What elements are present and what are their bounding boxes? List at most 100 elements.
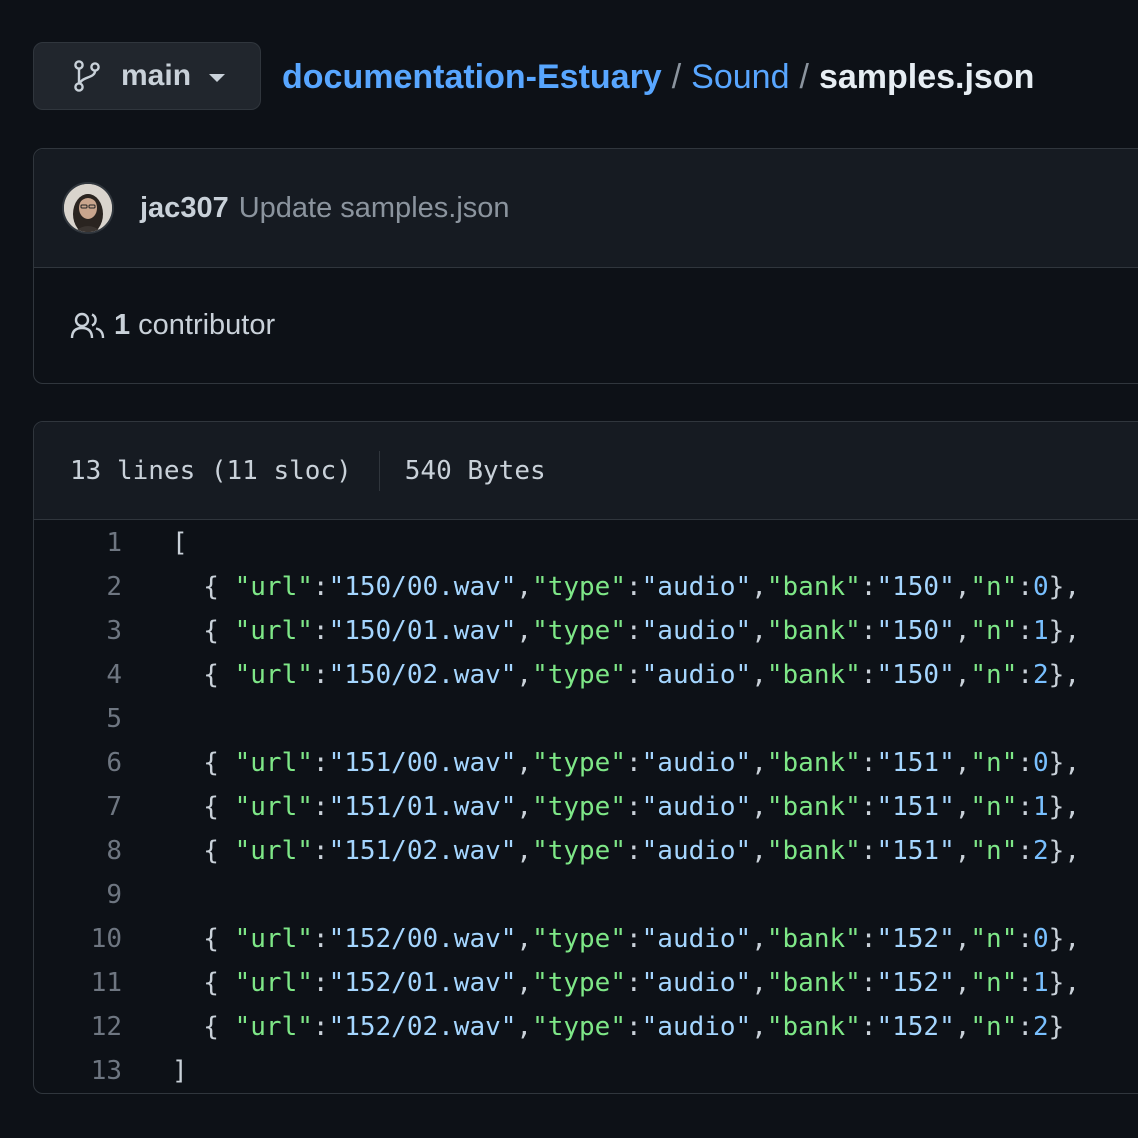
code-token: { — [172, 968, 235, 998]
git-branch-icon — [74, 60, 100, 92]
code-token: { — [172, 660, 235, 690]
breadcrumb-repo-link[interactable]: documentation-Estuary — [282, 58, 662, 97]
line-number[interactable]: 11 — [34, 968, 122, 998]
code-token: "url" — [234, 792, 313, 822]
code-token: "bank" — [766, 616, 861, 646]
code-token: 2 — [1033, 836, 1049, 866]
line-number[interactable]: 13 — [34, 1056, 122, 1086]
code-token: : — [1017, 968, 1034, 998]
contributors-link[interactable]: contributor — [138, 309, 275, 342]
code-token: , — [954, 748, 971, 778]
code-token: "n" — [970, 836, 1018, 866]
code-token: }, — [1048, 924, 1080, 954]
line-number[interactable]: 12 — [34, 1012, 122, 1042]
code-token: : — [1017, 1012, 1034, 1042]
code-token: : — [312, 968, 329, 998]
code-token: "150/00.wav" — [328, 572, 517, 602]
breadcrumb-current-file: samples.json — [818, 57, 1035, 96]
code-token: , — [516, 572, 533, 602]
code-token: }, — [1048, 836, 1080, 866]
code-token: , — [954, 572, 971, 602]
breadcrumb-separator: / — [671, 57, 682, 96]
code-token: : — [312, 924, 329, 954]
code-token: , — [751, 748, 767, 778]
code-token: "n" — [970, 616, 1018, 646]
code-token: }, — [1048, 968, 1080, 998]
code-token: 1 — [1033, 792, 1049, 822]
file-line-count: 13 lines (11 sloc) — [70, 455, 352, 486]
breadcrumb: documentation-Estuary / Sound / samples.… — [282, 55, 1034, 99]
code-token: { — [172, 748, 235, 778]
code-token: "bank" — [766, 836, 861, 866]
line-code: { "url":"152/01.wav","type":"audio","ban… — [172, 968, 1080, 998]
line-number[interactable]: 3 — [34, 616, 122, 646]
code-token: , — [751, 1012, 767, 1042]
line-number[interactable]: 5 — [34, 704, 122, 734]
code-token: }, — [1048, 660, 1080, 690]
code-token: 0 — [1033, 748, 1049, 778]
code-token: "type" — [532, 968, 626, 998]
code-token: : — [625, 748, 642, 778]
code-token: , — [516, 660, 533, 690]
code-token: { — [172, 572, 235, 602]
line-code: { "url":"152/00.wav","type":"audio","ban… — [172, 924, 1080, 954]
code-token: "url" — [234, 1012, 313, 1042]
code-token: "151" — [876, 836, 955, 866]
code-token: : — [625, 836, 642, 866]
contributor-count: 1 — [114, 309, 131, 341]
line-number[interactable]: 8 — [34, 836, 122, 866]
code-line: 9 — [34, 873, 1138, 917]
code-token: , — [516, 792, 533, 822]
code-token: "150" — [876, 572, 955, 602]
line-number[interactable]: 4 — [34, 660, 122, 690]
code-token: }, — [1048, 616, 1080, 646]
branch-select-button[interactable]: main — [33, 42, 261, 110]
code-token: { — [172, 792, 235, 822]
code-token: "audio" — [641, 1012, 752, 1042]
commit-author-link[interactable]: jac307 — [140, 192, 229, 225]
code-line: 7 { "url":"151/01.wav","type":"audio","b… — [34, 785, 1138, 829]
breadcrumb-separator: / — [799, 57, 809, 96]
code-token: "n" — [970, 660, 1018, 690]
code-token: { — [172, 836, 235, 866]
line-code: ] — [172, 1056, 188, 1086]
line-number[interactable]: 7 — [34, 792, 122, 822]
line-code: { "url":"152/02.wav","type":"audio","ban… — [172, 1012, 1064, 1042]
commit-message-link[interactable]: Update samples.json — [239, 192, 510, 225]
line-number[interactable]: 2 — [34, 572, 122, 602]
code-token: "url" — [234, 572, 313, 602]
line-code: { "url":"151/02.wav","type":"audio","ban… — [172, 836, 1080, 866]
code-token: "152/00.wav" — [328, 924, 517, 954]
breadcrumb-folder-link[interactable]: Sound — [691, 58, 789, 97]
code-token: "audio" — [641, 924, 752, 954]
code-line: 13] — [34, 1049, 1138, 1093]
code-token: : — [1017, 572, 1034, 602]
code-token: , — [751, 616, 767, 646]
code-token: "audio" — [641, 572, 752, 602]
line-number[interactable]: 10 — [34, 924, 122, 954]
code-line: 12 { "url":"152/02.wav","type":"audio","… — [34, 1005, 1138, 1049]
code-token: : — [312, 616, 329, 646]
code-token: "audio" — [641, 836, 752, 866]
contributors-row: 1 contributor — [34, 268, 1138, 383]
code-line: 1[ — [34, 521, 1138, 565]
code-token: "n" — [970, 968, 1018, 998]
line-number[interactable]: 9 — [34, 880, 122, 910]
file-viewer: 13 lines (11 sloc) 540 Bytes 1[2 { "url"… — [33, 421, 1138, 1094]
code-token: 1 — [1033, 616, 1049, 646]
line-number[interactable]: 6 — [34, 748, 122, 778]
code-token: { — [172, 616, 235, 646]
code-token: , — [954, 792, 971, 822]
avatar-image — [64, 184, 112, 232]
code-token: , — [751, 924, 767, 954]
code-token: : — [860, 792, 877, 822]
code-token: "audio" — [641, 616, 752, 646]
line-number[interactable]: 1 — [34, 528, 122, 558]
code-token: : — [312, 748, 329, 778]
code-token: : — [860, 1012, 877, 1042]
code-token: : — [625, 1012, 642, 1042]
avatar[interactable] — [62, 182, 114, 234]
code-token: "type" — [532, 748, 626, 778]
line-code: { "url":"151/01.wav","type":"audio","ban… — [172, 792, 1080, 822]
code-token: : — [625, 660, 642, 690]
